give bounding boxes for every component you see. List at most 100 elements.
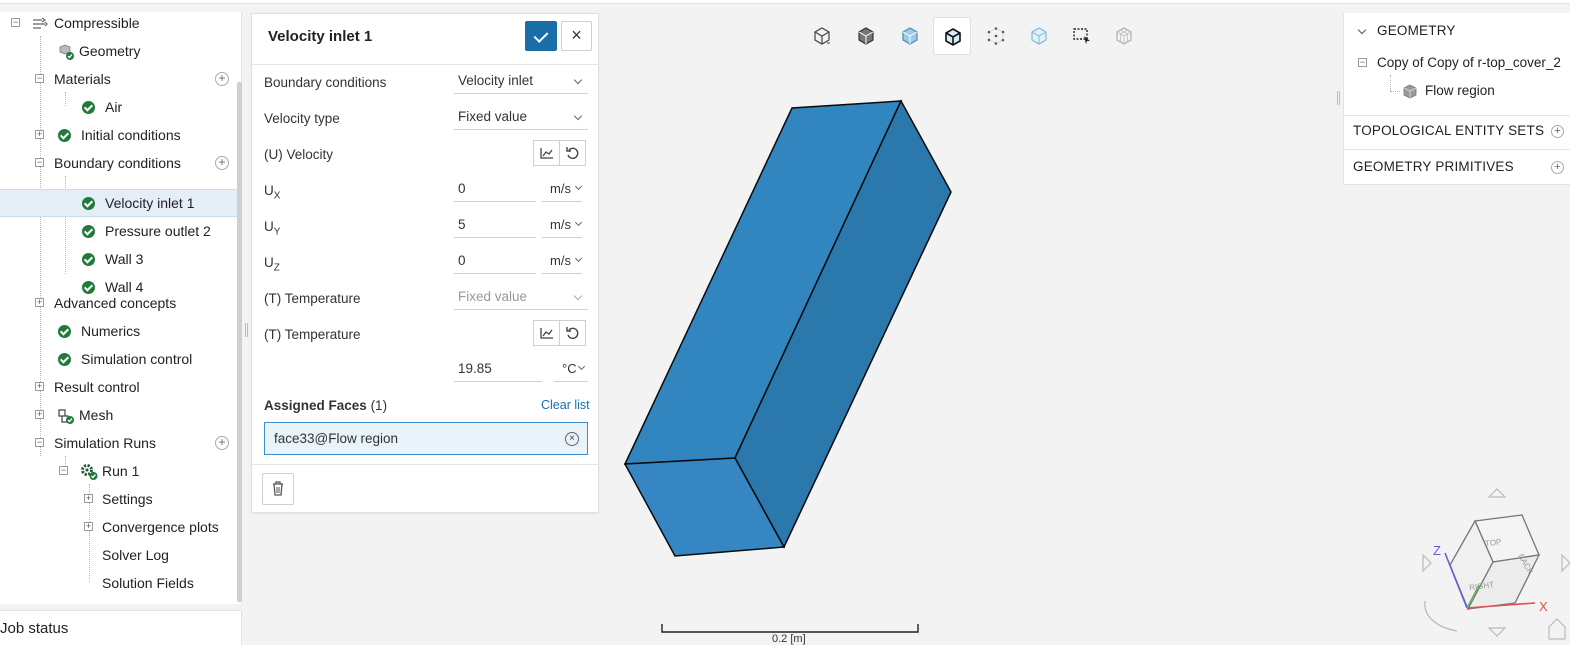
orientation-cube[interactable]: TOP RIGHT BACK Z X bbox=[1415, 485, 1570, 645]
add-run-icon[interactable]: + bbox=[215, 436, 229, 450]
tree-item-advanced-concepts[interactable]: + Advanced concepts bbox=[0, 289, 238, 317]
rotate-up-icon[interactable] bbox=[1487, 488, 1507, 498]
expand-icon[interactable]: + bbox=[84, 522, 93, 531]
clear-list-link[interactable]: Clear list bbox=[541, 398, 590, 412]
temperature-unit: °C bbox=[562, 361, 577, 376]
flow-region-body[interactable] bbox=[610, 90, 970, 570]
close-button[interactable]: × bbox=[561, 21, 592, 51]
panel-resize-handle[interactable] bbox=[245, 323, 248, 337]
tree-item-air[interactable]: Air bbox=[0, 93, 238, 121]
expand-icon[interactable]: + bbox=[35, 410, 44, 419]
geometry-item[interactable]: Copy of Copy of r-top_cover_2 bbox=[1377, 55, 1561, 70]
run-gear-icon bbox=[80, 463, 98, 480]
uy-input[interactable]: 5 bbox=[454, 214, 536, 238]
bc-type-select[interactable]: Velocity inlet bbox=[454, 70, 588, 94]
cube-shaded-icon bbox=[858, 27, 874, 45]
rotate-left-icon[interactable] bbox=[1422, 553, 1432, 573]
tree-item-compressible[interactable]: − Compressible bbox=[0, 9, 238, 37]
tree-item-label: Solver Log bbox=[102, 547, 169, 563]
status-ok-icon bbox=[82, 224, 95, 238]
geometry-primitives-header[interactable]: GEOMETRY PRIMITIVES bbox=[1353, 159, 1514, 174]
tree-item-wall-3[interactable]: Wall 3 bbox=[0, 245, 238, 273]
rotate-right-icon[interactable] bbox=[1561, 553, 1570, 573]
temperature-reset-button[interactable] bbox=[559, 320, 586, 346]
temperature-type-select[interactable]: Fixed value bbox=[454, 286, 588, 310]
cube-grid-icon bbox=[1116, 27, 1132, 45]
temperature-unit-select[interactable]: °C bbox=[554, 358, 588, 382]
add-primitive-icon[interactable]: + bbox=[1551, 161, 1564, 174]
expand-icon[interactable]: + bbox=[35, 130, 44, 139]
rotate-around-icon[interactable] bbox=[1424, 600, 1458, 632]
collapse-icon[interactable]: − bbox=[1358, 58, 1367, 67]
flow-region-item[interactable]: Flow region bbox=[1425, 83, 1495, 98]
tree-item-result-control[interactable]: + Result control bbox=[0, 373, 238, 401]
tree-item-label: Solution Fields bbox=[102, 575, 194, 591]
collapse-icon[interactable]: − bbox=[11, 18, 20, 27]
tree-scrollbar[interactable] bbox=[237, 82, 242, 602]
assigned-face-item[interactable]: face33@Flow region × bbox=[264, 422, 588, 455]
temperature-label: (T) Temperature bbox=[264, 327, 361, 342]
chevron-down-icon bbox=[574, 254, 583, 263]
box-select-button[interactable] bbox=[1063, 17, 1101, 55]
tree-item-pressure-outlet-2[interactable]: Pressure outlet 2 bbox=[0, 217, 238, 245]
collapse-icon[interactable]: − bbox=[35, 438, 44, 447]
temperature-chart-button[interactable] bbox=[533, 320, 560, 346]
view-mode-points-button[interactable] bbox=[977, 17, 1015, 55]
job-status-panel[interactable]: Job status bbox=[0, 610, 242, 645]
tree-item-mesh[interactable]: + Mesh bbox=[0, 401, 238, 429]
view-mode-disabled-button[interactable] bbox=[1105, 17, 1143, 55]
velocity-reset-button[interactable] bbox=[559, 140, 586, 166]
add-entity-set-icon[interactable]: + bbox=[1551, 125, 1564, 138]
panel-resize-handle[interactable] bbox=[1337, 91, 1340, 105]
collapse-icon[interactable]: − bbox=[59, 466, 68, 475]
tree-item-solver-log[interactable]: Solver Log bbox=[0, 541, 238, 569]
job-status-title: Job status bbox=[0, 620, 69, 637]
tree-item-materials[interactable]: − Materials + bbox=[0, 65, 238, 93]
uz-input[interactable]: 0 bbox=[454, 250, 536, 274]
view-mode-color-button[interactable] bbox=[891, 17, 929, 55]
confirm-button[interactable] bbox=[525, 21, 557, 51]
temperature-input[interactable]: 19.85 bbox=[454, 358, 542, 382]
ux-unit-select[interactable]: m/s bbox=[542, 178, 583, 202]
view-mode-transparent-button[interactable] bbox=[1020, 17, 1058, 55]
expand-icon[interactable]: + bbox=[35, 382, 44, 391]
velocity-type-select[interactable]: Fixed value bbox=[454, 106, 588, 130]
tree-item-label: Wall 3 bbox=[105, 251, 144, 267]
tree-item-label: Air bbox=[105, 99, 123, 115]
tree-item-simulation-control[interactable]: Simulation control bbox=[0, 345, 238, 373]
rotate-down-icon[interactable] bbox=[1487, 627, 1507, 637]
uz-unit-select[interactable]: m/s bbox=[542, 250, 583, 274]
view-mode-solid-button[interactable] bbox=[803, 17, 841, 55]
remove-face-icon[interactable]: × bbox=[565, 432, 579, 446]
collapse-icon[interactable]: − bbox=[35, 158, 44, 167]
tree-item-label: Initial conditions bbox=[81, 127, 181, 143]
expand-icon[interactable]: + bbox=[35, 298, 44, 307]
expand-icon[interactable]: + bbox=[84, 494, 93, 503]
tree-item-simulation-runs[interactable]: − Simulation Runs + bbox=[0, 429, 238, 457]
collapse-icon[interactable]: − bbox=[35, 74, 44, 83]
tree-item-initial-conditions[interactable]: + Initial conditions bbox=[0, 121, 238, 149]
ux-subscript: X bbox=[273, 190, 281, 202]
tree-item-velocity-inlet-1[interactable]: Velocity inlet 1 bbox=[0, 189, 238, 217]
tree-item-label: Materials bbox=[54, 71, 111, 87]
tree-item-numerics[interactable]: Numerics bbox=[0, 317, 238, 345]
tree-item-settings[interactable]: + Settings bbox=[0, 485, 238, 513]
view-mode-edges-button[interactable] bbox=[933, 17, 971, 55]
add-material-icon[interactable]: + bbox=[215, 72, 229, 86]
tree-item-geometry[interactable]: Geometry bbox=[0, 37, 238, 65]
scale-bar-label: 0.2 [m] bbox=[772, 633, 806, 645]
uy-unit-select[interactable]: m/s bbox=[542, 214, 583, 238]
add-boundary-condition-icon[interactable]: + bbox=[215, 156, 229, 170]
box-select-icon bbox=[1073, 28, 1090, 44]
tree-item-solution-fields[interactable]: Solution Fields bbox=[0, 569, 238, 597]
tree-item-run-1[interactable]: − Run 1 bbox=[0, 457, 238, 485]
home-icon[interactable] bbox=[1548, 618, 1566, 640]
chevron-down-icon[interactable] bbox=[1357, 25, 1367, 35]
ux-input[interactable]: 0 bbox=[454, 178, 536, 202]
view-mode-shaded-button[interactable] bbox=[847, 17, 885, 55]
topological-entity-sets-header[interactable]: TOPOLOGICAL ENTITY SETS bbox=[1353, 123, 1544, 138]
delete-button[interactable] bbox=[262, 473, 294, 505]
tree-item-convergence-plots[interactable]: + Convergence plots bbox=[0, 513, 238, 541]
tree-item-boundary-conditions[interactable]: − Boundary conditions + bbox=[0, 149, 238, 177]
velocity-chart-button[interactable] bbox=[533, 140, 560, 166]
